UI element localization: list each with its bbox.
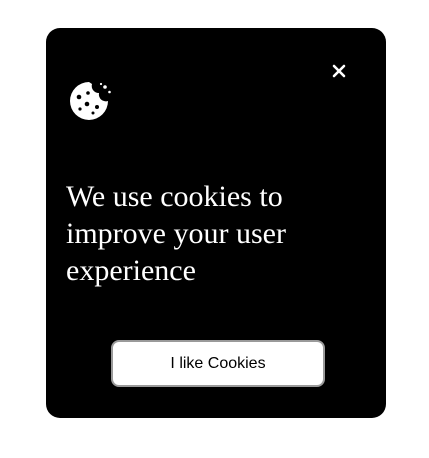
close-icon (332, 64, 346, 78)
accept-cookies-button[interactable]: I like Cookies (111, 340, 325, 387)
cookie-icon (68, 80, 112, 120)
cookie-consent-modal: We use cookies to improve your user expe… (46, 28, 386, 418)
cookie-message: We use cookies to improve your user expe… (66, 180, 286, 287)
close-button[interactable] (330, 62, 348, 80)
